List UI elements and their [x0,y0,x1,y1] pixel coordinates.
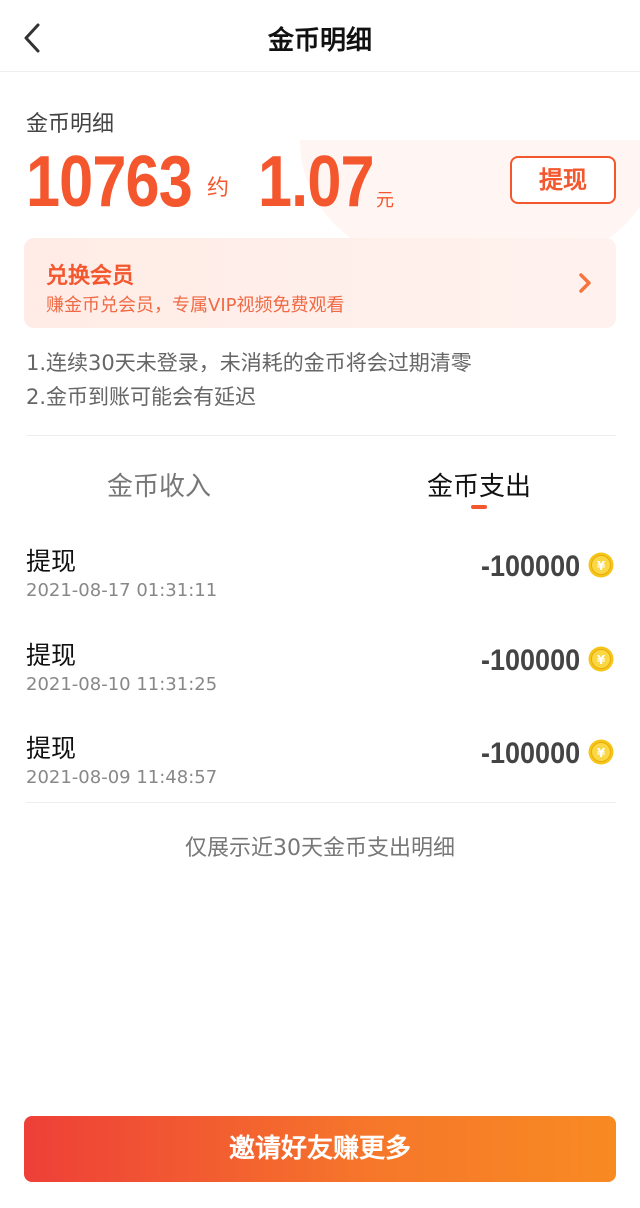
list-item: 提现 2021-08-17 01:31:11 -100000 ¥ [0,542,640,622]
record-time: 2021-08-10 11:31:25 [26,674,218,695]
invite-friends-button[interactable]: 邀请好友赚更多 [24,1116,616,1182]
divider [26,435,616,436]
svg-text:¥: ¥ [597,653,606,667]
coin-detail-label: 金币明细 [26,112,115,137]
coin-icon: ¥ [588,646,614,672]
coin-icon: ¥ [588,552,614,578]
tab-coin-expense[interactable]: 金币支出 [427,466,531,503]
vip-exchange-card[interactable]: 兑换会员 赚金币兑会员，专属VIP视频免费观看 [24,238,616,328]
record-time: 2021-08-09 11:48:57 [26,767,218,788]
list-footer-note: 仅展示近30天金币支出明细 [185,836,455,861]
active-tab-indicator [471,505,487,509]
record-amount: -100000 [480,550,580,583]
approx-label: 约 [207,176,230,201]
record-title: 提现 [26,641,77,670]
record-time: 2021-08-17 01:31:11 [26,580,218,601]
record-amount: -100000 [480,737,580,770]
vip-card-title: 兑换会员 [46,264,135,289]
note-item: 1.连续30天未登录，未消耗的金币将会过期清零 [26,351,472,375]
notes-list: 1.连续30天未登录，未消耗的金币将会过期清零 2.金币到账可能会有延迟 [26,346,472,414]
coin-icon: ¥ [588,739,614,765]
divider [26,802,616,803]
vip-card-description: 赚金币兑会员，专属VIP视频免费观看 [46,295,345,316]
list-item: 提现 2021-08-10 11:31:25 -100000 ¥ [0,636,640,716]
svg-text:¥: ¥ [597,746,606,760]
coin-balance: 10763 [26,142,193,222]
top-nav-bar: 金币明细 [0,0,640,72]
withdraw-button[interactable]: 提现 [510,156,616,204]
money-equivalent: 1.07 [258,142,375,222]
note-item: 2.金币到账可能会有延迟 [26,385,257,409]
currency-unit: 元 [376,190,394,211]
chevron-right-icon [579,273,591,293]
list-item: 提现 2021-08-09 11:48:57 -100000 ¥ [0,729,640,809]
record-title: 提现 [26,734,77,763]
page-title: 金币明细 [267,26,372,56]
svg-text:¥: ¥ [597,559,606,573]
record-amount: -100000 [480,644,580,677]
record-title: 提现 [26,547,77,576]
tab-coin-income[interactable]: 金币收入 [107,466,211,503]
